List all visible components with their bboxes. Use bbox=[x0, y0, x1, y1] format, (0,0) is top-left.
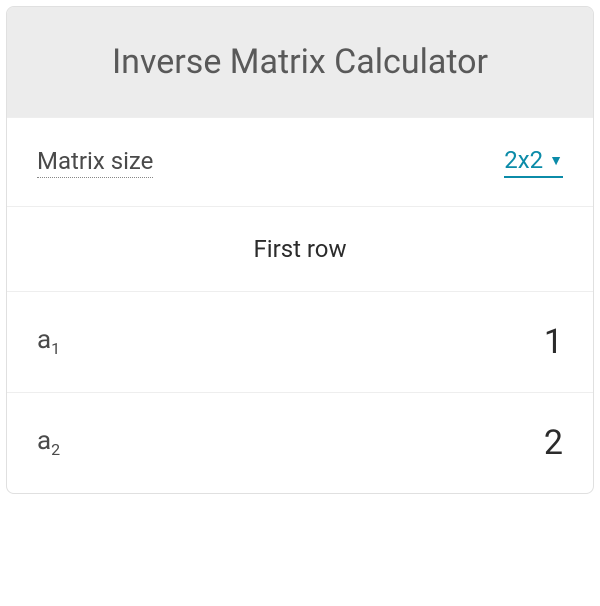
calculator-header: Inverse Matrix Calculator bbox=[7, 7, 593, 117]
matrix-size-select[interactable]: 2x2 ▼ bbox=[504, 146, 563, 178]
a2-label: a2 bbox=[37, 426, 60, 459]
a1-label: a1 bbox=[37, 325, 60, 358]
page-title: Inverse Matrix Calculator bbox=[27, 42, 573, 82]
matrix-size-value: 2x2 bbox=[504, 146, 543, 174]
value-row-a2[interactable]: a2 2 bbox=[7, 392, 593, 493]
first-row-header: First row bbox=[7, 206, 593, 291]
a1-value: 1 bbox=[544, 322, 563, 362]
value-row-a1[interactable]: a1 1 bbox=[7, 291, 593, 392]
matrix-size-row: Matrix size 2x2 ▼ bbox=[7, 117, 593, 206]
chevron-down-icon: ▼ bbox=[549, 152, 563, 169]
matrix-size-label: Matrix size bbox=[37, 147, 153, 178]
calculator-card: Inverse Matrix Calculator Matrix size 2x… bbox=[6, 6, 594, 494]
a2-value: 2 bbox=[544, 423, 563, 463]
